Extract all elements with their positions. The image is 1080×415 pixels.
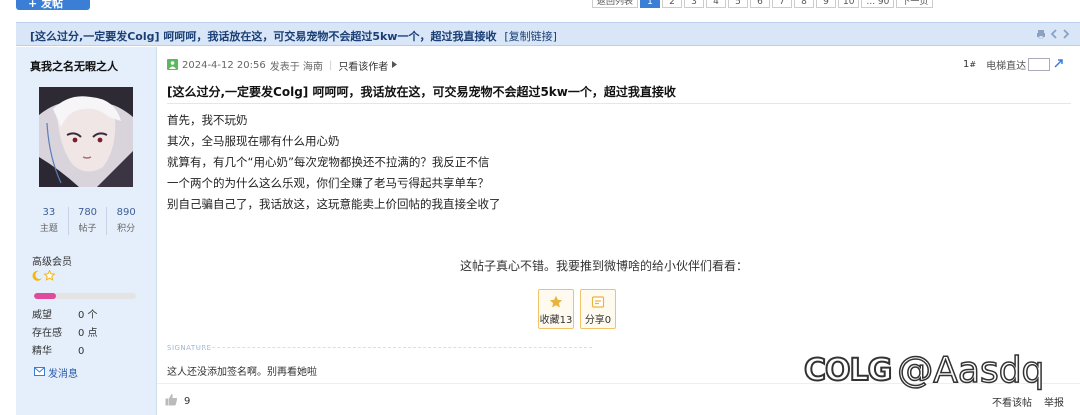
title-bar-tools: [1036, 29, 1070, 42]
envelope-icon: [34, 366, 45, 379]
pager-item[interactable]: 9: [816, 0, 837, 8]
post-title: [这么过分,一定要发Colg] 呵呵呵，我话放在这，可交易宠物不会超过5kw一个…: [167, 85, 676, 99]
attribute-value: 0 点: [78, 328, 98, 339]
footer-links: 不看该帖 举报: [992, 394, 1064, 409]
watermark-logo: COLG: [803, 352, 893, 389]
avatar[interactable]: [39, 87, 133, 187]
pager-item[interactable]: 4: [706, 0, 727, 8]
pager-item[interactable]: 6: [750, 0, 771, 8]
pager-item[interactable]: 下一页: [896, 0, 934, 8]
floor-jump-input[interactable]: [1028, 58, 1051, 71]
meta-separator: |: [328, 60, 333, 71]
author-attributes: 威望 0 个存在感 0 点精华 0: [32, 307, 98, 361]
post-body-line: 就算有，有几个“用心奶”每次宠物都换还不拉满的？我反正不信: [167, 155, 490, 169]
send-message-link[interactable]: 发消息: [34, 365, 78, 380]
pager-item[interactable]: 8: [794, 0, 815, 8]
caret-right-icon: [392, 60, 398, 71]
stat-label: 帖子: [78, 224, 97, 234]
top-strip: + 发帖 返回列表 1 2 3 4 5 6 7 8 9 10... 90 下一页: [0, 0, 1080, 12]
favorite-button[interactable]: 收藏13: [538, 289, 574, 329]
stat-value: 780: [77, 207, 98, 218]
pager-item[interactable]: 2: [662, 0, 683, 8]
signature-label: SIGNATURE: [167, 344, 212, 352]
pager-item[interactable]: ... 90: [861, 0, 895, 8]
send-message-label: 发消息: [48, 369, 78, 380]
new-post-button[interactable]: + 发帖: [16, 0, 90, 10]
author-name[interactable]: 真我之名无暇之人: [30, 58, 118, 74]
author-panel: 真我之名无暇之人 33 主题 780 帖子 890 积分 高级会员 威望 0 个存在感 0: [16, 47, 157, 415]
post-body-line: 别自己骗自己了，我话放这，这玩意能卖上价回帖的我直接全收了: [167, 197, 501, 211]
jump-label: 电梯直达: [986, 61, 1027, 72]
thread-title: [这么过分,一定要发Colg] 呵呵呵，我话放在这，可交易宠物不会超过5kw一个…: [30, 28, 557, 44]
signature-divider: [197, 347, 592, 348]
thread-title-text: [这么过分,一定要发Colg] 呵呵呵，我话放在这，可交易宠物不会超过5kw一个…: [30, 30, 497, 43]
thread-title-bar: [这么过分,一定要发Colg] 呵呵呵，我话放在这，可交易宠物不会超过5kw一个…: [16, 22, 1080, 46]
post-location: 发表于 海南: [269, 62, 323, 73]
moon-icon: [32, 270, 43, 284]
share-button[interactable]: 分享0: [580, 289, 616, 329]
copy-link[interactable]: [复制链接]: [504, 30, 557, 43]
stat-value: 890: [116, 207, 136, 218]
report-link[interactable]: 举报: [1044, 394, 1064, 409]
rank-progress-bar: [34, 293, 136, 299]
pager-item[interactable]: 返回列表: [592, 0, 639, 8]
stat-value: 33: [42, 207, 56, 218]
pager-item[interactable]: 3: [684, 0, 705, 8]
share-prompt: 这帖子真心不错。我要推到微博啥的给小伙伴们看看：: [460, 259, 749, 273]
floor-indicator: 1 # 电梯直达: [963, 57, 1064, 72]
favorite-count: 收藏13: [539, 315, 573, 326]
post-body-line: 一个两个的为什么这么乐观，你们全赚了老马亏得起共享单车？: [167, 176, 489, 190]
pager-item[interactable]: 5: [728, 0, 749, 8]
post-body-line: 首先，我不玩奶: [167, 113, 248, 127]
post-body-line: 其次，全马服现在哪有什么用心奶: [167, 134, 340, 148]
only-author-link[interactable]: 只看该作者: [338, 58, 388, 73]
author-stat[interactable]: 780 帖子: [69, 207, 108, 235]
author-stat[interactable]: 33 主题: [30, 207, 69, 235]
stat-label: 积分: [117, 224, 136, 234]
print-icon[interactable]: [1036, 29, 1046, 42]
next-thread-icon[interactable]: [1062, 29, 1070, 42]
author-stat[interactable]: 890 积分: [107, 207, 145, 235]
post-body: 首先，我不玩奶其次，全马服现在哪有什么用心奶就算有，有几个“用心奶”每次宠物都换…: [167, 110, 501, 215]
title-divider: [167, 103, 1071, 104]
watermark: COLG @Aasdq: [803, 349, 1046, 392]
attribute-key: 威望: [32, 310, 52, 321]
post-actions: 收藏13 分享0: [538, 289, 616, 329]
like-count: 9: [184, 395, 191, 407]
attribute-value: 0: [78, 346, 85, 357]
prev-thread-icon[interactable]: [1050, 29, 1058, 42]
like-button[interactable]: 9: [165, 393, 190, 409]
pager-item[interactable]: 7: [772, 0, 793, 8]
star-icon: [539, 295, 573, 312]
star-icon: [43, 269, 56, 284]
stat-label: 主题: [39, 224, 58, 234]
floor-symbol: #: [969, 60, 977, 69]
rank-progress-fill: [34, 293, 57, 299]
rank-icons: [32, 269, 56, 284]
author-stats: 33 主题 780 帖子 890 积分: [30, 207, 145, 235]
post-date: 2024-4-12 20:56: [182, 60, 266, 71]
jump-go-icon[interactable]: [1054, 58, 1064, 71]
user-rank: 高级会员: [32, 257, 72, 268]
pager-item[interactable]: 10: [838, 0, 860, 8]
signature-text: 这人还没添加签名啊。别再看她啦: [167, 367, 317, 378]
post-meta: 2024-4-12 20:56 发表于 海南 | 只看该作者: [167, 58, 398, 73]
watermark-handle: @Aasdq: [897, 349, 1046, 392]
share-icon: [581, 295, 615, 312]
thumbs-up-icon: [165, 393, 178, 409]
attribute-key: 精华: [32, 346, 52, 357]
attribute-row: 存在感 0 点: [32, 325, 98, 343]
share-count: 分享0: [584, 315, 612, 326]
not-interested-link[interactable]: 不看该帖: [992, 394, 1032, 409]
pager: 返回列表 1 2 3 4 5 6 7 8 9 10... 90 下一页: [592, 0, 934, 8]
attribute-row: 威望 0 个: [32, 307, 98, 325]
attribute-row: 精华 0: [32, 343, 98, 361]
attribute-key: 存在感: [32, 328, 62, 339]
attribute-value: 0 个: [78, 310, 98, 321]
pager-item[interactable]: 1: [640, 0, 661, 8]
online-status-icon: [167, 58, 178, 73]
